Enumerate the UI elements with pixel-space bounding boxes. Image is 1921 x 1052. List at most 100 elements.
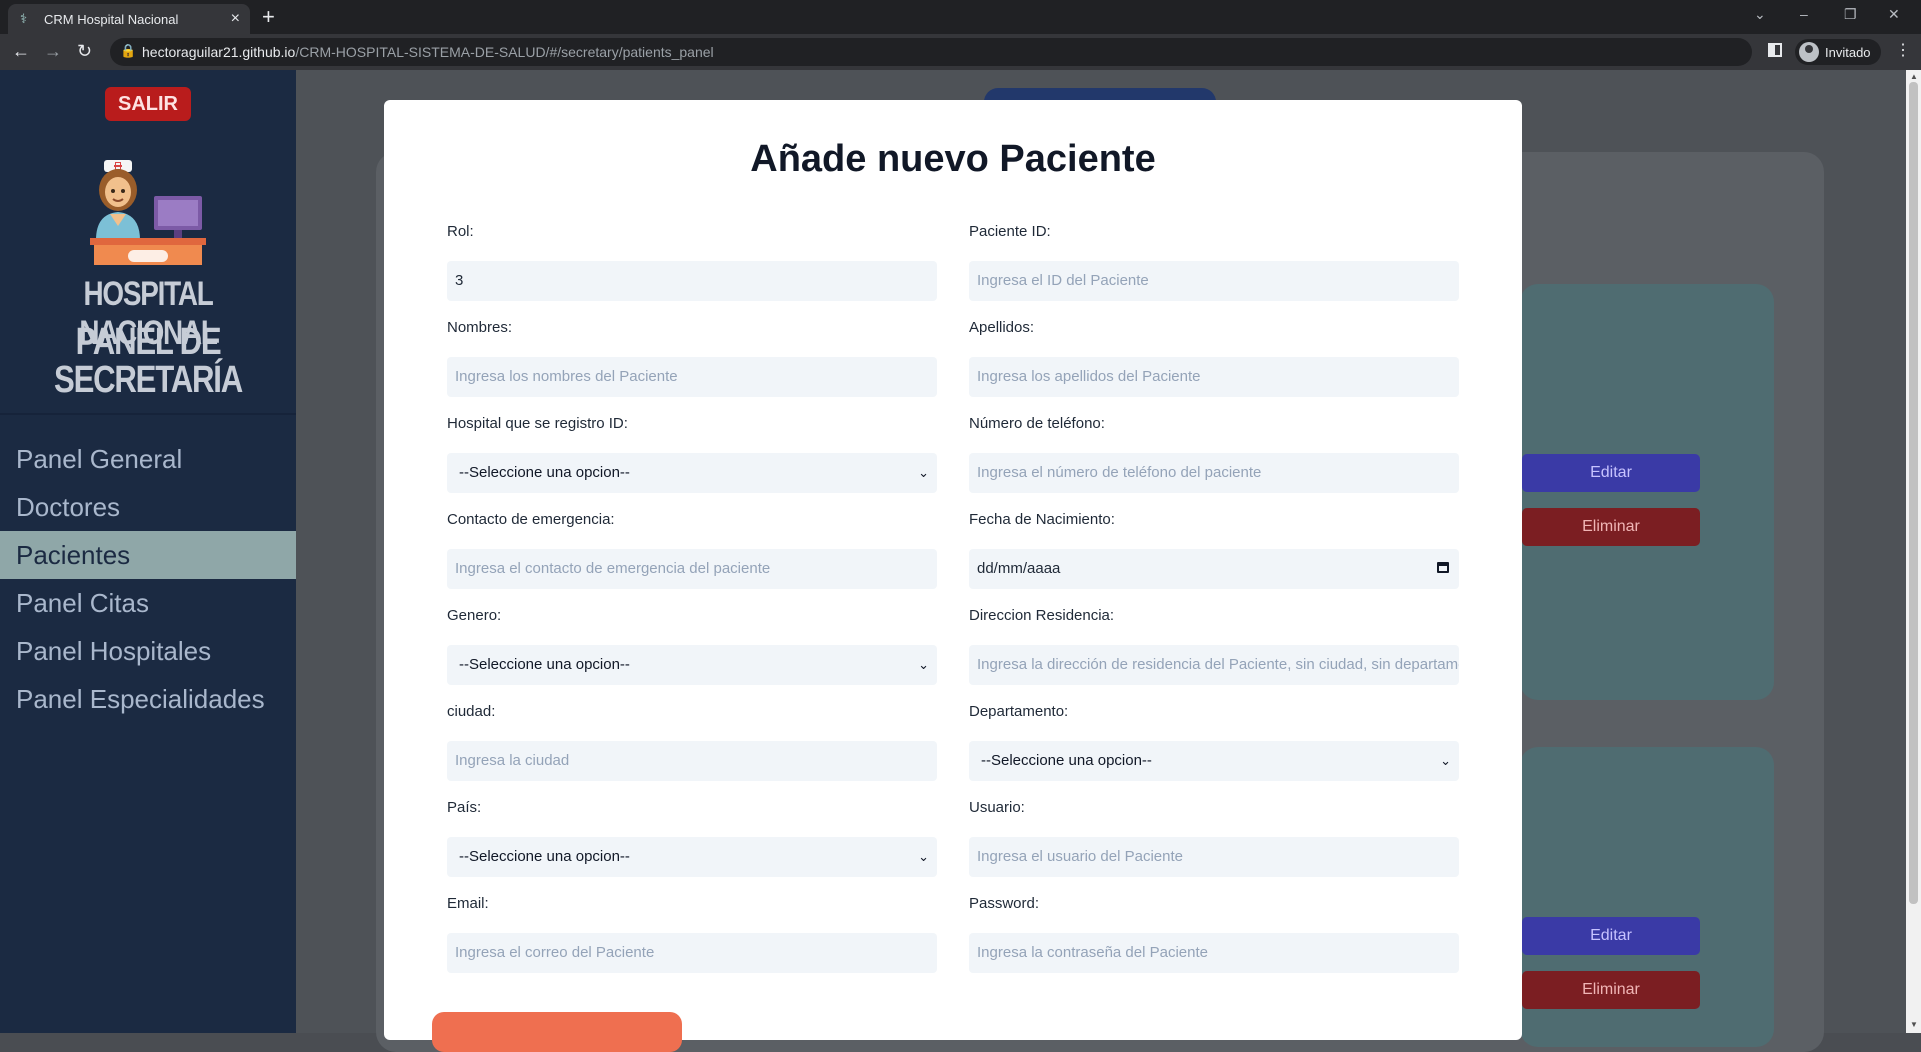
direccion-label: Direccion Residencia:: [969, 607, 1115, 624]
email-input[interactable]: Ingresa el correo del Paciente: [447, 933, 937, 973]
direccion-input[interactable]: Ingresa la dirección de residencia del P…: [969, 645, 1459, 685]
add-patient-modal: Añade nuevo Paciente Rol: 3 Paciente ID:…: [384, 100, 1522, 1052]
browser-tabstrip: ⚕ CRM Hospital Nacional × + ⌄ – ❐ ✕: [0, 0, 1921, 34]
telefono-label: Número de teléfono:: [969, 415, 1105, 432]
tab-search-icon[interactable]: ⌄: [1754, 6, 1766, 23]
usuario-input[interactable]: Ingresa el usuario del Paciente: [969, 837, 1459, 877]
sidebar-item-panel-especialidades[interactable]: Panel Especialidades: [0, 675, 296, 723]
ciudad-label: ciudad:: [447, 703, 496, 720]
scrollbar-thumb[interactable]: [1909, 82, 1918, 904]
reload-icon[interactable]: ↻: [77, 41, 92, 61]
browser-tab[interactable]: ⚕ CRM Hospital Nacional ×: [8, 4, 250, 34]
telefono-input[interactable]: Ingresa el número de teléfono del pacien…: [969, 453, 1459, 493]
telefono-field: Número de teléfono: Ingresa el número de…: [969, 415, 1459, 493]
sidebar-item-panel-hospitales[interactable]: Panel Hospitales: [0, 627, 296, 675]
delete-button[interactable]: Eliminar: [1522, 971, 1700, 1009]
departamento-label: Departamento:: [969, 703, 1069, 720]
email-field: Email: Ingresa el correo del Paciente: [447, 895, 937, 973]
scroll-down-icon[interactable]: ▼: [1910, 1020, 1918, 1029]
close-tab-icon[interactable]: ×: [231, 10, 240, 28]
nombres-field: Nombres: Ingresa los nombres del Pacient…: [447, 319, 937, 397]
sidebar-nav: Panel General Doctores Pacientes Panel C…: [0, 435, 296, 723]
url-text: hectoraguilar21.github.io/CRM-HOSPITAL-S…: [142, 44, 714, 60]
forward-icon[interactable]: →: [44, 41, 62, 61]
page: SALIR HOSPITAL NACIONAL PANEL DE SECRETA…: [0, 70, 1921, 1052]
sidebar-item-panel-general[interactable]: Panel General: [0, 435, 296, 483]
side-panel-icon[interactable]: [1768, 43, 1782, 57]
genero-field: Genero: --Seleccione una opcion-- ⌄: [447, 607, 937, 685]
hospital-label: Hospital que se registro ID:: [447, 415, 628, 432]
sidebar: SALIR HOSPITAL NACIONAL PANEL DE SECRETA…: [0, 70, 296, 1033]
departamento-select[interactable]: --Seleccione una opcion-- ⌄: [969, 741, 1459, 781]
edit-button[interactable]: Editar: [1522, 917, 1700, 955]
apellidos-input[interactable]: Ingresa los apellidos del Paciente: [969, 357, 1459, 397]
edit-button[interactable]: Editar: [1522, 454, 1700, 492]
profile-button[interactable]: Invitado: [1795, 39, 1881, 65]
chevron-down-icon: ⌄: [1440, 753, 1451, 768]
usuario-field: Usuario: Ingresa el usuario del Paciente: [969, 799, 1459, 877]
delete-button[interactable]: Eliminar: [1522, 508, 1700, 546]
apellidos-label: Apellidos:: [969, 319, 1035, 336]
lock-icon: 🔒: [120, 43, 137, 58]
sidebar-item-pacientes[interactable]: Pacientes: [0, 531, 296, 579]
window-close-icon[interactable]: ✕: [1888, 6, 1900, 23]
emergencia-label: Contacto de emergencia:: [447, 511, 615, 528]
nombres-label: Nombres:: [447, 319, 513, 336]
profile-label: Invitado: [1825, 44, 1871, 60]
rol-label: Rol:: [447, 223, 474, 240]
page-scrollbar[interactable]: ▲ ▼: [1906, 70, 1921, 1033]
emergencia-field: Contacto de emergencia: Ingresa el conta…: [447, 511, 937, 589]
ciudad-input[interactable]: Ingresa la ciudad: [447, 741, 937, 781]
departamento-field: Departamento: --Seleccione una opcion-- …: [969, 703, 1459, 781]
paciente-id-label: Paciente ID:: [969, 223, 1051, 240]
hospital-select[interactable]: --Seleccione una opcion-- ⌄: [447, 453, 937, 493]
scroll-up-icon[interactable]: ▲: [1910, 72, 1918, 81]
nacimiento-field: Fecha de Nacimiento: dd/mm/aaaa: [969, 511, 1459, 589]
password-label: Password:: [969, 895, 1040, 912]
new-tab-icon[interactable]: +: [262, 4, 275, 30]
brand-subtitle: PANEL DE SECRETARÍA: [54, 321, 243, 401]
caduceus-icon: ⚕: [20, 11, 28, 26]
hospital-field: Hospital que se registro ID: --Seleccion…: [447, 415, 937, 493]
email-label: Email:: [447, 895, 489, 912]
browser-toolbar: ← → ↻ 🔒 hectoraguilar21.github.io/CRM-HO…: [0, 34, 1921, 70]
minimize-icon[interactable]: –: [1800, 6, 1808, 22]
restore-icon[interactable]: ❐: [1844, 6, 1857, 23]
submit-button[interactable]: [432, 1012, 682, 1052]
genero-select[interactable]: --Seleccione una opcion-- ⌄: [447, 645, 937, 685]
pais-label: País:: [447, 799, 482, 816]
nombres-input[interactable]: Ingresa los nombres del Paciente: [447, 357, 937, 397]
modal-title: Añade nuevo Paciente: [750, 138, 1156, 180]
password-field: Password: Ingresa la contraseña del Paci…: [969, 895, 1459, 973]
pais-field: País: --Seleccione una opcion-- ⌄: [447, 799, 937, 877]
emergencia-input[interactable]: Ingresa el contacto de emergencia del pa…: [447, 549, 937, 589]
usuario-label: Usuario:: [969, 799, 1025, 816]
chevron-down-icon: ⌄: [918, 657, 929, 672]
pais-select[interactable]: --Seleccione una opcion-- ⌄: [447, 837, 937, 877]
logout-button[interactable]: SALIR: [105, 87, 191, 121]
apellidos-field: Apellidos: Ingresa los apellidos del Pac…: [969, 319, 1459, 397]
address-bar[interactable]: 🔒 hectoraguilar21.github.io/CRM-HOSPITAL…: [110, 38, 1752, 66]
avatar-icon: [1799, 42, 1819, 62]
nurse-receptionist-icon: [90, 160, 206, 265]
tab-title: CRM Hospital Nacional: [44, 12, 179, 27]
sidebar-divider: [0, 413, 296, 415]
chevron-down-icon: ⌄: [918, 849, 929, 864]
nacimiento-date-input[interactable]: dd/mm/aaaa: [969, 549, 1459, 589]
paciente-id-field: Paciente ID: Ingresa el ID del Paciente: [969, 223, 1459, 301]
sidebar-item-panel-citas[interactable]: Panel Citas: [0, 579, 296, 627]
back-icon[interactable]: ←: [12, 41, 30, 61]
password-input[interactable]: Ingresa la contraseña del Paciente: [969, 933, 1459, 973]
nacimiento-label: Fecha de Nacimiento:: [969, 511, 1115, 528]
rol-field: Rol: 3: [447, 223, 937, 301]
chevron-down-icon: ⌄: [918, 465, 929, 480]
genero-label: Genero:: [447, 607, 502, 624]
calendar-icon[interactable]: [1437, 562, 1449, 573]
paciente-id-input[interactable]: Ingresa el ID del Paciente: [969, 261, 1459, 301]
menu-kebab-icon[interactable]: ⋮: [1895, 40, 1911, 60]
ciudad-field: ciudad: Ingresa la ciudad: [447, 703, 937, 781]
patient-card: [1520, 284, 1774, 700]
sidebar-item-doctores[interactable]: Doctores: [0, 483, 296, 531]
direccion-field: Direccion Residencia: Ingresa la direcci…: [969, 607, 1459, 685]
rol-input[interactable]: 3: [447, 261, 937, 301]
